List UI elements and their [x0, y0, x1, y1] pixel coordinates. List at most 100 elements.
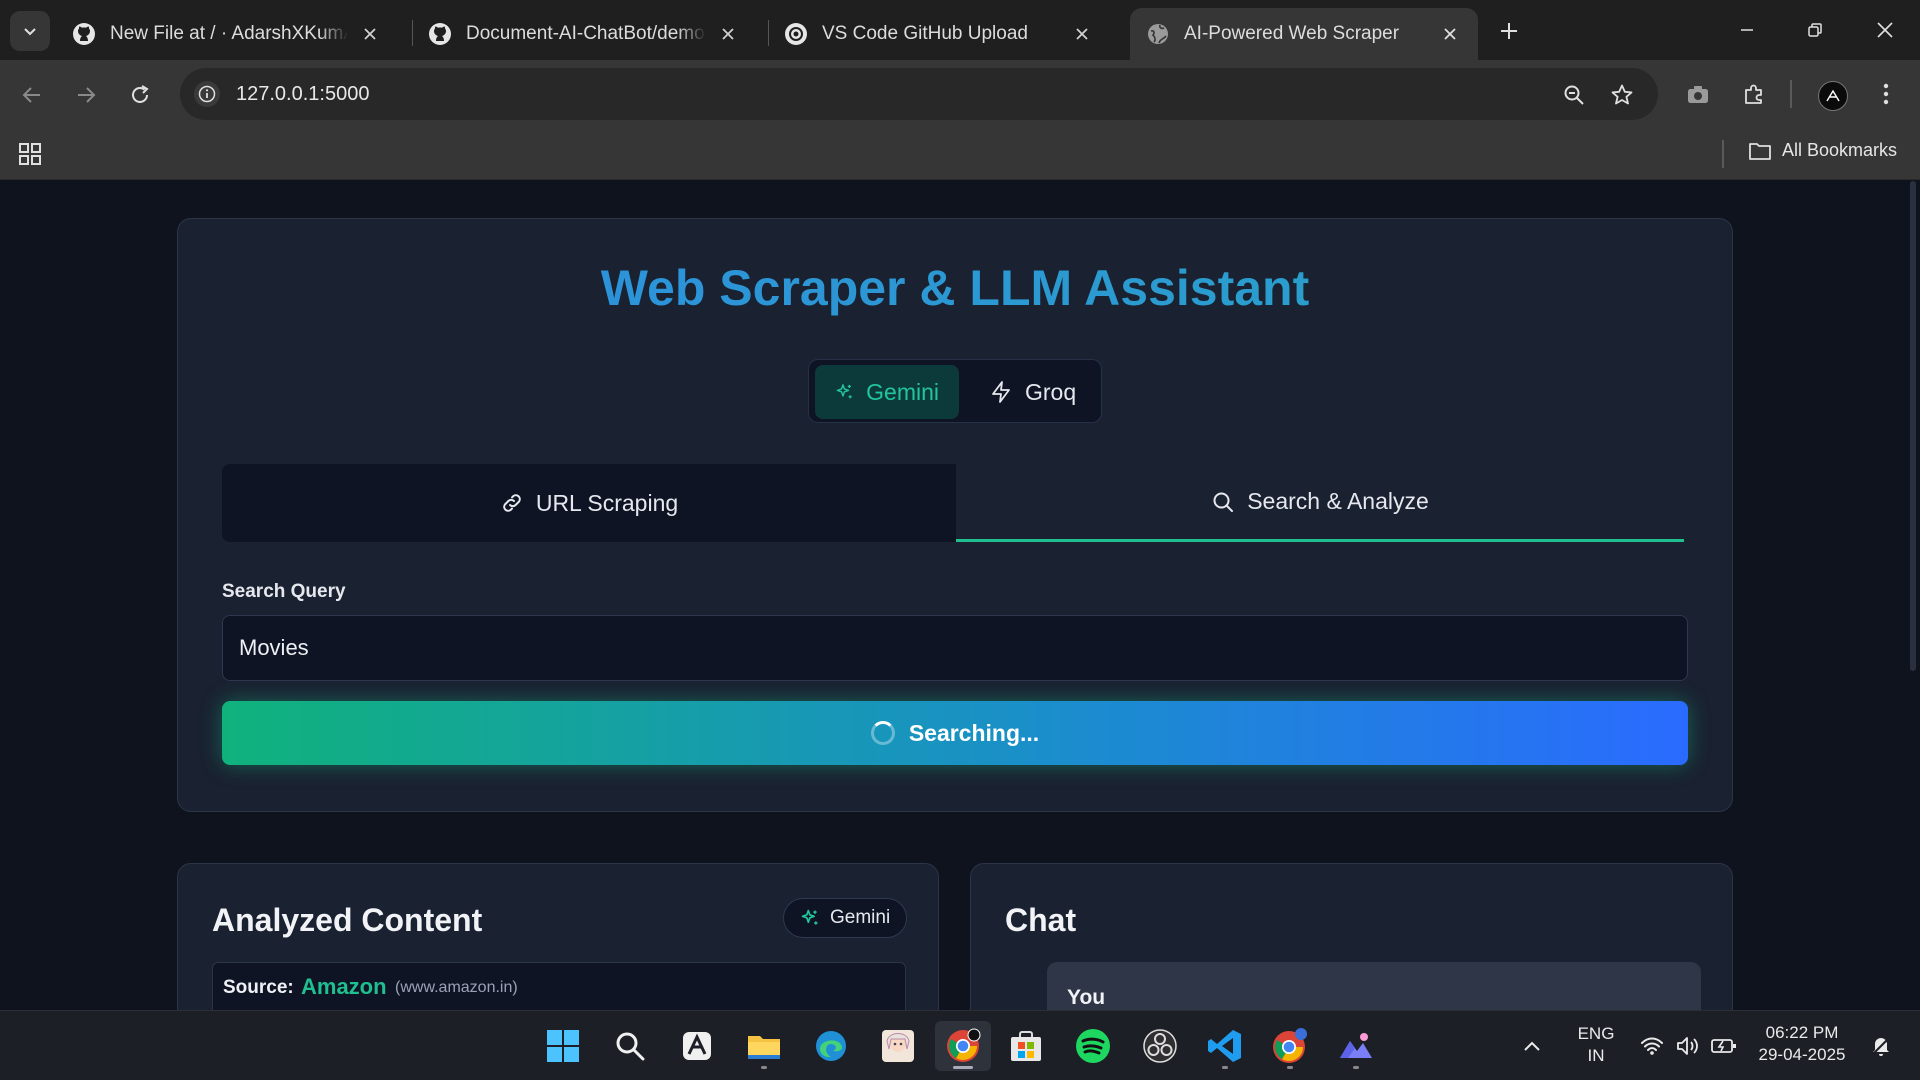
tab-url-scraping[interactable]: URL Scraping	[222, 464, 956, 542]
photos-icon[interactable]	[1330, 1021, 1382, 1071]
tab-title: Document-AI-ChatBot/demo1.p…	[466, 23, 706, 44]
plus-icon	[1501, 23, 1517, 39]
spotify-icon[interactable]	[1067, 1021, 1119, 1071]
reload-button[interactable]	[122, 77, 158, 113]
restore-button[interactable]	[1792, 10, 1838, 50]
ms-store-icon[interactable]	[1000, 1021, 1052, 1071]
running-indicator	[1287, 1066, 1293, 1069]
page-title: Web Scraper & LLM Assistant	[178, 259, 1732, 317]
provider-toggle: Gemini Groq	[808, 359, 1102, 423]
wifi-icon[interactable]	[1636, 1021, 1668, 1071]
close-icon[interactable]	[1438, 22, 1462, 46]
clock[interactable]: 06:22 PM 29-04-2025	[1754, 1022, 1850, 1066]
volume-icon[interactable]	[1672, 1021, 1704, 1071]
chrome-profile-icon[interactable]	[1264, 1021, 1316, 1071]
chat-card: Chat You	[970, 863, 1733, 1010]
windows-taskbar: ENG IN 06:22 PM 29-04-2025	[0, 1010, 1920, 1080]
source-info: Source: Amazon (www.amazon.in)	[212, 962, 906, 1010]
source-name-link[interactable]: Amazon	[301, 974, 387, 1000]
openai-icon	[784, 22, 808, 46]
browser-tab-1[interactable]: New File at / · AdarshXKumAR/…	[56, 8, 398, 60]
profile-glyph-icon	[1826, 90, 1840, 102]
notification-bell-icon[interactable]	[1864, 1021, 1898, 1071]
chat-heading: Chat	[1005, 902, 1077, 938]
bookmark-star-icon[interactable]	[1608, 81, 1636, 109]
mode-tabs: URL Scraping Search & Analyze	[222, 464, 1688, 542]
kebab-menu-icon[interactable]	[1868, 76, 1904, 112]
file-explorer-icon[interactable]	[738, 1021, 790, 1071]
close-window-button[interactable]	[1862, 10, 1908, 50]
browser-tab-3[interactable]: VS Code GitHub Upload	[768, 8, 1110, 60]
sparkle-icon	[836, 384, 852, 399]
browser-tab-active[interactable]: AI-Powered Web Scraper	[1130, 8, 1478, 60]
windows-start-icon[interactable]	[537, 1021, 589, 1071]
all-bookmarks-label: All Bookmarks	[1782, 140, 1898, 160]
language-indicator[interactable]: ENG IN	[1572, 1023, 1620, 1067]
camera-icon[interactable]	[1680, 76, 1716, 112]
running-indicator	[1353, 1066, 1359, 1069]
folder-icon	[1749, 142, 1771, 160]
language-label: ENG	[1577, 1024, 1615, 1043]
time-label: 06:22 PM	[1765, 1023, 1839, 1042]
new-tab-button[interactable]	[1492, 14, 1526, 48]
anime-app-icon[interactable]	[872, 1021, 924, 1071]
bolt-icon	[992, 381, 1010, 403]
tray-overflow-chevron-icon[interactable]	[1514, 1021, 1550, 1071]
tab-title: VS Code GitHub Upload	[822, 23, 1028, 44]
search-icon[interactable]	[604, 1021, 656, 1071]
back-button[interactable]	[14, 77, 50, 113]
tab-title: AI-Powered Web Scraper	[1184, 23, 1400, 44]
badge-label: Gemini	[830, 907, 891, 928]
source-label: Source:	[223, 977, 294, 998]
running-indicator	[1222, 1066, 1228, 1069]
region-label: IN	[1587, 1046, 1605, 1065]
github-icon	[428, 22, 452, 46]
zoom-icon[interactable]	[1560, 81, 1588, 109]
source-domain: (www.amazon.in)	[395, 979, 518, 996]
search-query-input[interactable]	[222, 615, 1688, 681]
site-info-icon[interactable]	[194, 81, 220, 107]
close-icon[interactable]	[1070, 22, 1094, 46]
vscode-icon[interactable]	[1199, 1021, 1251, 1071]
link-icon	[503, 494, 521, 512]
main-card: Web Scraper & LLM Assistant Gemini Groq …	[177, 218, 1733, 812]
extensions-icon[interactable]	[1736, 76, 1772, 112]
url-text[interactable]: 127.0.0.1:5000	[236, 83, 369, 106]
obs-icon[interactable]	[1134, 1021, 1186, 1071]
close-icon[interactable]	[358, 22, 382, 46]
provider-gemini-button[interactable]: Gemini	[815, 365, 959, 419]
search-button[interactable]: Searching...	[222, 701, 1688, 765]
provider-groq-button[interactable]: Groq	[969, 365, 1096, 419]
browser-toolbar: 127.0.0.1:5000	[0, 60, 1920, 128]
battery-charging-icon[interactable]	[1708, 1021, 1740, 1071]
provider-badge: Gemini	[783, 898, 908, 938]
browser-tab-2[interactable]: Document-AI-ChatBot/demo1.p…	[412, 8, 756, 60]
chevron-down-icon	[24, 28, 36, 36]
page-viewport: Web Scraper & LLM Assistant Gemini Groq …	[0, 181, 1920, 1010]
tab-search-analyze[interactable]: Search & Analyze	[956, 464, 1684, 542]
scrollbar-thumb[interactable]	[1910, 181, 1916, 671]
all-bookmarks-button[interactable]: All Bookmarks	[1748, 140, 1897, 161]
app-a-icon[interactable]	[671, 1021, 723, 1071]
tab-search-button[interactable]	[10, 11, 50, 51]
sparkle-icon	[801, 909, 818, 925]
analyzed-content-heading: Analyzed Content	[212, 902, 483, 938]
minimize-button[interactable]	[1724, 10, 1770, 50]
edge-icon[interactable]	[805, 1021, 857, 1071]
page-scrollbar[interactable]	[1906, 181, 1920, 1010]
analyzed-content-card: Analyzed Content Gemini Source: Amazon (…	[177, 863, 939, 1010]
chrome-icon[interactable]	[935, 1021, 991, 1071]
browser-tabstrip: New File at / · AdarshXKumAR/… Document-…	[0, 0, 1920, 60]
arrow-right-icon	[78, 87, 96, 103]
profile-avatar[interactable]	[1818, 81, 1848, 111]
minimize-icon	[1741, 29, 1753, 31]
restore-icon	[1808, 23, 1822, 37]
apps-grid-icon[interactable]	[18, 142, 42, 171]
address-bar[interactable]: 127.0.0.1:5000	[180, 68, 1658, 120]
close-icon[interactable]	[716, 22, 740, 46]
reload-icon	[132, 85, 149, 103]
tab-title: New File at / · AdarshXKumAR/…	[110, 23, 348, 44]
active-indicator	[953, 1066, 973, 1069]
forward-button[interactable]	[68, 77, 104, 113]
arrow-left-icon	[22, 87, 40, 103]
